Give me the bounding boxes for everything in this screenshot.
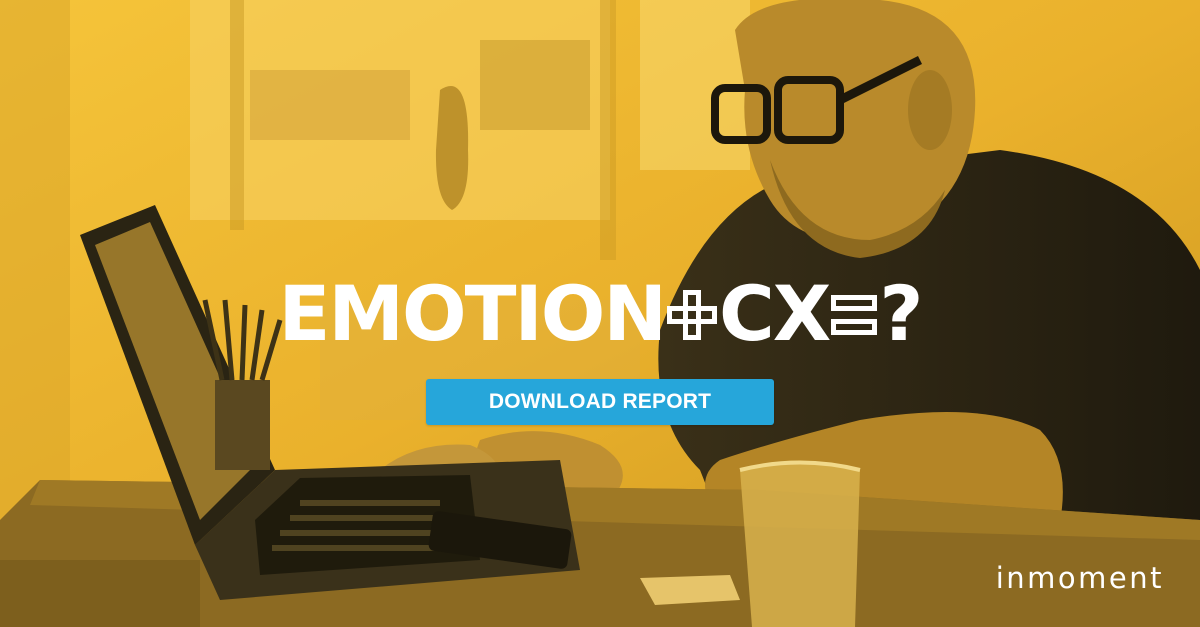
ad-banner: EMOTION CX? DOWNLOAD REPORT inmoment bbox=[0, 0, 1200, 627]
headline-word-emotion: EMOTION bbox=[278, 269, 667, 358]
inmoment-logo[interactable]: inmoment bbox=[996, 561, 1164, 595]
download-report-button[interactable]: DOWNLOAD REPORT bbox=[426, 379, 774, 425]
headline-word-cx: CX bbox=[719, 269, 831, 358]
headline: EMOTION CX? bbox=[0, 274, 1200, 354]
headline-question-mark: ? bbox=[879, 269, 923, 358]
equals-icon bbox=[831, 293, 878, 337]
plus-icon bbox=[667, 290, 717, 340]
